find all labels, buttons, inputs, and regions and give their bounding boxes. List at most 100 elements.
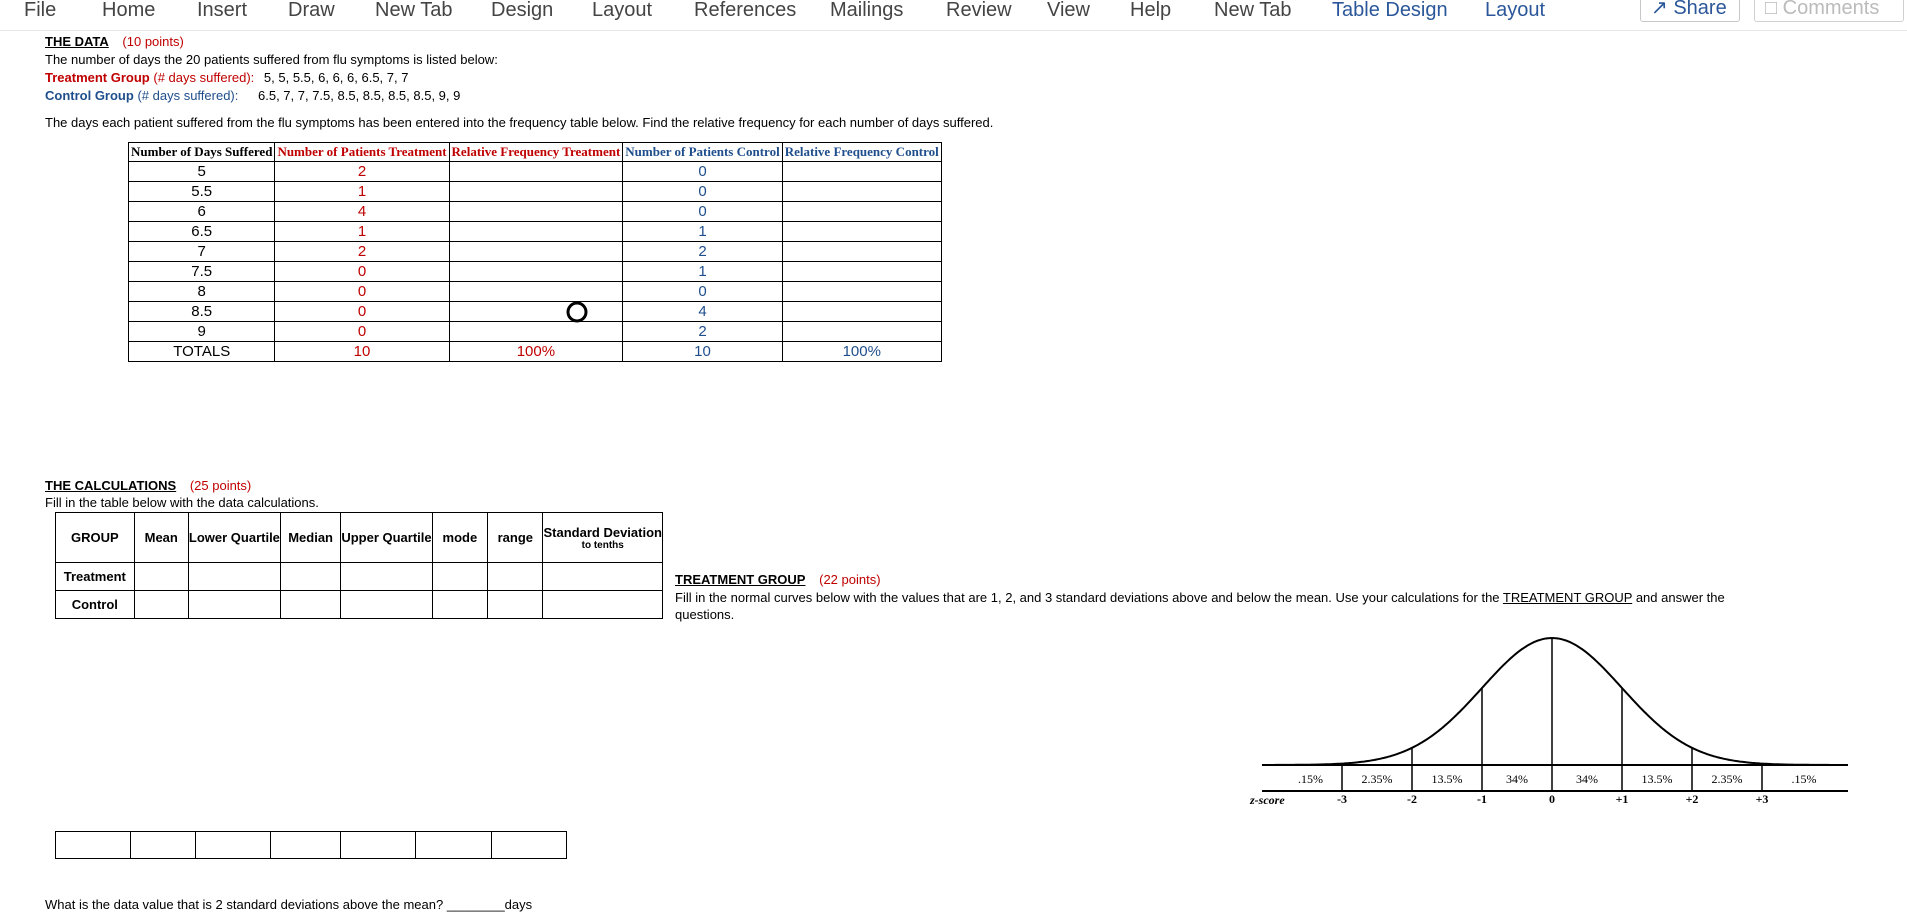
control-rel-cell[interactable] <box>781 221 942 242</box>
control-group-label: Control Group <box>45 88 134 103</box>
calc-cell[interactable] <box>133 590 189 619</box>
treat-rel-cell[interactable] <box>448 321 624 342</box>
treat-count-cell: 2 <box>274 161 450 182</box>
question-line: What is the data value that is 2 standar… <box>45 897 532 912</box>
region-percent-label: 13.5% <box>1642 772 1673 786</box>
calc-cell[interactable] <box>279 590 342 619</box>
treat-rel-cell[interactable] <box>448 261 624 282</box>
treat-count-cell: 0 <box>274 261 450 282</box>
blank-cell[interactable] <box>415 831 492 859</box>
days-cell: 5.5 <box>127 181 276 202</box>
share-button[interactable]: ↗ Share <box>1640 0 1740 22</box>
question-text: What is the data value that is 2 standar… <box>45 897 444 912</box>
control-count-cell: 0 <box>622 181 783 202</box>
comments-label: Comments <box>1782 0 1880 19</box>
tab-new-tab[interactable]: New Tab <box>375 0 452 20</box>
calc-cell[interactable] <box>187 562 281 591</box>
days-cell: 8 <box>127 281 276 302</box>
tab-help[interactable]: Help <box>1130 0 1171 20</box>
freq-row: 7.5 0 1 <box>127 261 942 282</box>
treatment-instruction-c: questions. <box>675 607 735 622</box>
header-control-rel: Relative Frequency Control <box>781 142 942 162</box>
region-percent-label: 13.5% <box>1432 772 1463 786</box>
calculations-table: GROUP Mean Lower Quartile Median Upper Q… <box>55 512 663 619</box>
calc-cell[interactable] <box>431 590 489 619</box>
zscore-tick-label: +3 <box>1756 792 1769 806</box>
calc-header-mode: mode <box>431 512 489 563</box>
calc-cell[interactable] <box>542 590 663 619</box>
frequency-table: Number of Days Suffered Number of Patien… <box>127 142 942 362</box>
tab-table-layout[interactable]: Layout <box>1485 0 1545 20</box>
control-rel-cell[interactable] <box>781 201 942 222</box>
control-rel-cell[interactable] <box>781 161 942 182</box>
control-count-cell: 1 <box>622 221 783 242</box>
control-rel-cell[interactable] <box>781 301 942 322</box>
tab-view[interactable]: View <box>1047 0 1090 20</box>
tab-insert[interactable]: Insert <box>197 0 247 20</box>
calc-cell[interactable] <box>487 590 544 619</box>
treat-rel-cell[interactable] <box>448 301 624 322</box>
calc-cell[interactable] <box>340 562 433 591</box>
blank-cell[interactable] <box>490 831 568 859</box>
question-blank[interactable]: ________ <box>447 897 505 912</box>
tab-file[interactable]: File <box>24 0 56 20</box>
tab-draw[interactable]: Draw <box>288 0 335 20</box>
control-rel-cell[interactable] <box>781 321 942 342</box>
calc-cell[interactable] <box>187 590 281 619</box>
region-percent-label: 2.35% <box>1362 772 1393 786</box>
calc-cell[interactable] <box>279 562 342 591</box>
table-resize-handle[interactable] <box>565 300 589 324</box>
treat-rel-cell[interactable] <box>448 221 624 242</box>
calc-cell[interactable] <box>542 562 663 591</box>
tab-design[interactable]: Design <box>491 0 553 20</box>
control-rel-cell[interactable] <box>781 281 942 302</box>
header-control-count: Number of Patients Control <box>622 142 783 162</box>
region-percent-label: 34% <box>1506 772 1528 786</box>
calc-cell[interactable] <box>431 562 489 591</box>
calc-cell[interactable] <box>340 590 433 619</box>
treat-rel-cell[interactable] <box>448 281 624 302</box>
calc-header-std-label: Standard Deviation <box>543 524 662 540</box>
control-rel-cell[interactable] <box>781 261 942 282</box>
blank-cell[interactable] <box>54 831 132 859</box>
tab-mailings[interactable]: Mailings <box>830 0 903 20</box>
blank-cell[interactable] <box>194 831 271 859</box>
treat-rel-cell[interactable] <box>448 241 624 262</box>
days-cell: 6.5 <box>127 221 276 242</box>
blank-cell[interactable] <box>269 831 342 859</box>
region-percent-label: .15% <box>1792 772 1817 786</box>
calc-cell[interactable] <box>133 562 189 591</box>
blank-cell[interactable] <box>340 831 417 859</box>
header-treat-rel: Relative Frequency Treatment <box>448 142 624 162</box>
treat-count-cell: 0 <box>274 281 450 302</box>
control-rel-cell[interactable] <box>781 241 942 262</box>
zscore-tick-label: +1 <box>1616 792 1629 806</box>
tab-table-design[interactable]: Table Design <box>1332 0 1448 20</box>
control-values-line: Control Group (# days suffered): 6.5, 7,… <box>45 88 460 103</box>
tab-home[interactable]: Home <box>102 0 155 20</box>
tab-references[interactable]: References <box>694 0 796 20</box>
data-heading-line: THE DATA (10 points) <box>45 34 184 49</box>
calc-header-std: Standard Deviation to tenths <box>542 512 663 563</box>
control-count-cell: 2 <box>622 321 783 342</box>
treatment-heading-line: TREATMENT GROUP (22 points) <box>675 572 881 587</box>
control-rel-cell[interactable] <box>781 181 942 202</box>
tab-layout[interactable]: Layout <box>592 0 652 20</box>
blank-cell[interactable] <box>130 831 196 859</box>
control-count-cell: 0 <box>622 201 783 222</box>
treat-rel-cell[interactable] <box>448 161 624 182</box>
totals-treat-rel: 100% <box>448 341 624 362</box>
comments-button[interactable]: □ Comments <box>1754 0 1904 22</box>
data-heading: THE DATA <box>45 34 109 49</box>
treat-rel-cell[interactable] <box>448 201 624 222</box>
control-count-cell: 4 <box>622 301 783 322</box>
tab-review[interactable]: Review <box>946 0 1012 20</box>
treat-rel-cell[interactable] <box>448 181 624 202</box>
calc-cell[interactable] <box>487 562 544 591</box>
control-count-cell: 0 <box>622 281 783 302</box>
tab-new-tab-2[interactable]: New Tab <box>1214 0 1291 20</box>
calc-row-control: Control <box>55 590 663 619</box>
treatment-instruction-b: and answer the <box>1632 590 1725 605</box>
control-count-cell: 2 <box>622 241 783 262</box>
days-cell: 7.5 <box>127 261 276 282</box>
